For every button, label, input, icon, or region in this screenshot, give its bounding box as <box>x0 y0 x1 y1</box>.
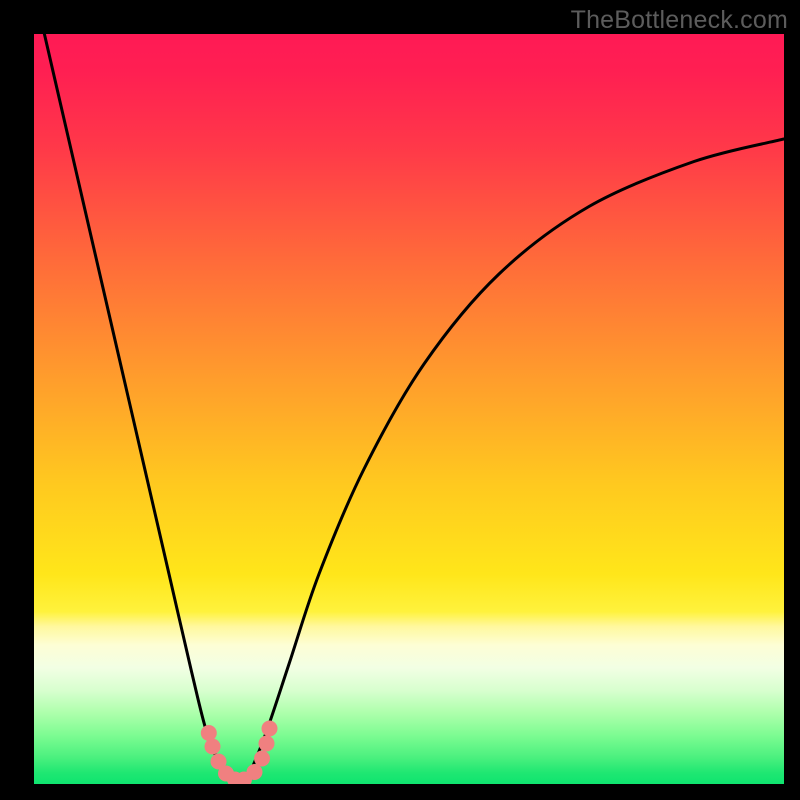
curve-marker <box>205 739 221 755</box>
curve-marker <box>254 751 270 767</box>
curve-marker <box>262 721 278 737</box>
chart-frame: TheBottleneck.com <box>0 0 800 800</box>
curve-marker <box>201 725 217 741</box>
curve-marker <box>247 764 263 780</box>
bottleneck-curve <box>34 34 784 784</box>
plot-area <box>34 34 784 784</box>
curve-marker <box>259 736 275 752</box>
watermark-text: TheBottleneck.com <box>571 6 788 35</box>
